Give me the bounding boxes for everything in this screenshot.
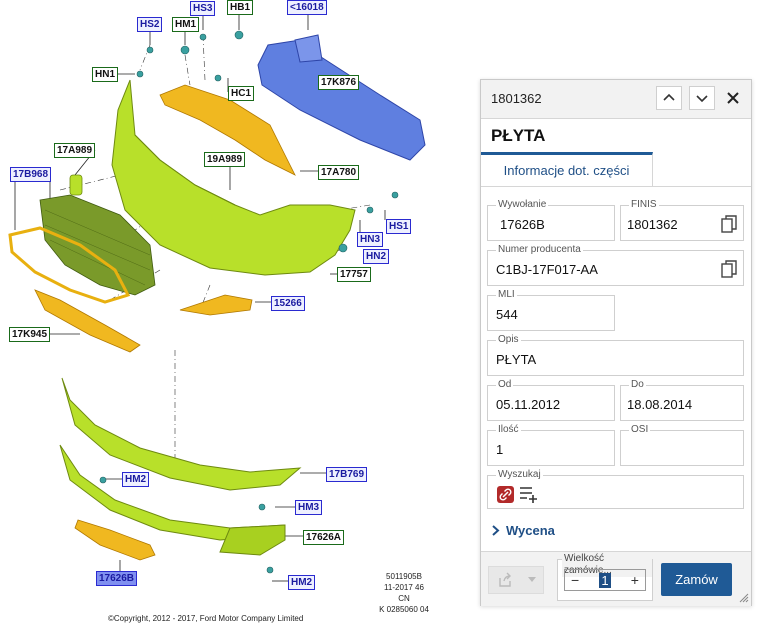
callout-label[interactable]: HB1: [227, 0, 254, 15]
field-label: Wywołanie: [496, 199, 549, 211]
field-value: 1801362: [627, 217, 678, 232]
description-field[interactable]: Opis PŁYTA: [487, 334, 744, 376]
callout-label[interactable]: HS1: [386, 219, 412, 234]
callout-label[interactable]: <16018: [287, 0, 327, 15]
callout-label[interactable]: 17B968: [10, 167, 52, 182]
search-field: Wyszukaj: [487, 469, 744, 509]
field-label: Ilość: [496, 424, 521, 436]
callout-label[interactable]: HM2: [288, 575, 316, 590]
field-label: Opis: [496, 334, 521, 346]
date-from-field[interactable]: Od 05.11.2012: [487, 379, 615, 421]
ref-line: 5011905B: [386, 572, 422, 581]
part-id: 1801362: [491, 91, 542, 106]
callout-label[interactable]: 17K945: [9, 327, 51, 342]
mli-field[interactable]: MLI 544: [487, 289, 615, 331]
close-button[interactable]: [722, 87, 744, 109]
callout-label-selected[interactable]: 17626B: [96, 571, 138, 586]
callout-label[interactable]: HN2: [363, 249, 390, 264]
next-part-button[interactable]: [689, 86, 715, 110]
share-button[interactable]: [488, 566, 544, 594]
callout-label[interactable]: 15266: [271, 296, 305, 311]
ref-line: K 0285060 04: [379, 605, 429, 614]
link-icon[interactable]: [497, 486, 514, 503]
order-quantity-box: Wielkość zamówie... − 1 +: [557, 553, 653, 601]
quantity-input[interactable]: 1: [599, 572, 611, 588]
tab-part-info[interactable]: Informacje dot. części: [481, 152, 653, 186]
field-value: 1: [496, 442, 504, 457]
callout-label[interactable]: HM2: [122, 472, 150, 487]
callout-label[interactable]: HC1: [228, 86, 255, 101]
chevron-right-icon: [492, 525, 500, 536]
field-value: 544: [496, 307, 518, 322]
field-value: PŁYTA: [496, 352, 537, 367]
share-icon: [498, 572, 511, 587]
panel-footer: Wielkość zamówie... − 1 + Zamów: [481, 551, 751, 606]
copy-icon[interactable]: [721, 215, 737, 233]
field-label: OSI: [629, 424, 651, 436]
quantity-stepper[interactable]: − 1 +: [564, 569, 646, 591]
diagram-reference: 5011905B 11-2017 46 CN K 0285060 04: [372, 571, 436, 615]
field-label: MLI: [496, 289, 517, 301]
callout-label[interactable]: HM3: [295, 500, 323, 515]
decrease-button[interactable]: −: [571, 572, 579, 588]
callout-label[interactable]: HS3: [190, 1, 216, 16]
callout-label[interactable]: HN3: [357, 232, 384, 247]
field-value: C1BJ-17F017-AA: [496, 262, 598, 277]
field-value: 18.08.2014: [627, 397, 693, 412]
callout-label[interactable]: 17A989: [54, 143, 96, 158]
part-title: PŁYTA: [491, 126, 546, 145]
date-to-field[interactable]: Do 18.08.2014: [620, 379, 744, 421]
callout-label[interactable]: 17A780: [318, 165, 360, 180]
callout-label[interactable]: HS2: [137, 17, 163, 32]
callout-label[interactable]: 17K876: [318, 75, 360, 90]
previous-part-button[interactable]: [656, 86, 682, 110]
callout-label[interactable]: 17B769: [326, 467, 368, 482]
field-value: 05.11.2012: [496, 397, 561, 412]
callout-label[interactable]: HM1: [172, 17, 200, 32]
field-label: Od: [496, 379, 514, 391]
quantity-info-field[interactable]: Ilość 1: [487, 424, 615, 466]
callout-label[interactable]: 17757: [337, 267, 371, 282]
increase-button[interactable]: +: [631, 572, 639, 588]
wywolanie-field[interactable]: Wywołanie 17626B: [487, 199, 615, 241]
callout-label[interactable]: 17626A: [303, 530, 345, 545]
osi-field[interactable]: OSI: [620, 424, 744, 466]
chevron-up-icon: [663, 93, 675, 101]
callout-label[interactable]: 19A989: [204, 152, 246, 167]
copy-icon[interactable]: [721, 260, 737, 278]
copyright-text: ©Copyright, 2012 - 2017, Ford Motor Comp…: [108, 614, 304, 623]
list-add-icon[interactable]: [519, 485, 539, 503]
callout-label[interactable]: HN1: [92, 67, 119, 82]
close-icon: [727, 92, 739, 104]
ref-line: CN: [398, 594, 410, 603]
caret-down-icon: [527, 577, 536, 582]
field-label: Do: [629, 379, 646, 391]
wycena-label: Wycena: [506, 523, 555, 538]
field-label: FINIS: [629, 199, 659, 211]
field-label: Numer producenta: [496, 244, 583, 256]
field-value: 17626B: [500, 217, 545, 232]
chevron-down-icon: [696, 95, 708, 103]
manufacturer-number-field[interactable]: Numer producenta C1BJ-17F017-AA: [487, 244, 744, 286]
panel-tabs: Informacje dot. części: [481, 152, 751, 187]
order-button[interactable]: Zamów: [661, 563, 732, 596]
finis-field[interactable]: FINIS 1801362: [620, 199, 744, 241]
resize-grip-icon[interactable]: [739, 593, 749, 603]
wycena-expander[interactable]: Wycena: [491, 523, 555, 538]
ref-line: 11-2017 46: [384, 583, 424, 592]
part-details-panel: 1801362 PŁYTA Informacje dot. części Wyw…: [480, 79, 752, 606]
field-label: Wyszukaj: [496, 469, 543, 481]
panel-header: 1801362: [481, 80, 751, 119]
